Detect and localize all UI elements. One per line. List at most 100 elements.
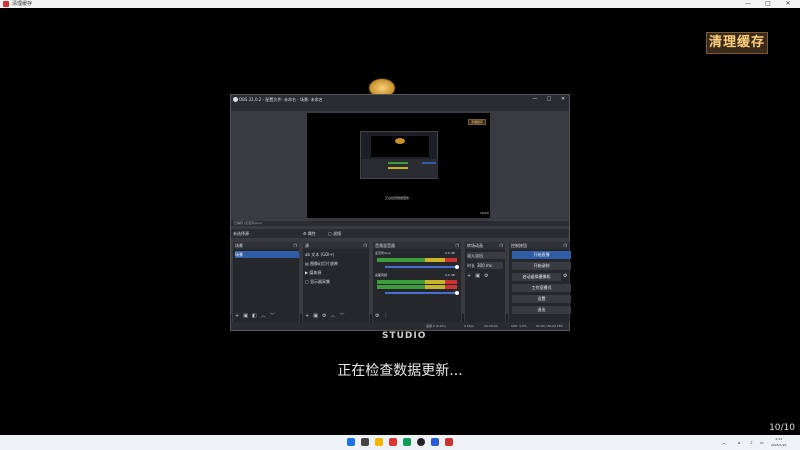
more-icon[interactable]: ⋮	[383, 313, 388, 319]
volume-knob[interactable]	[455, 291, 459, 295]
volume-meter	[377, 258, 457, 262]
start-virtual-camera-button[interactable]: 启动虚拟摄像机	[512, 273, 561, 281]
nested-status-message: 正在检查数据更新...	[385, 196, 412, 200]
scene-item[interactable]: 场景	[235, 251, 299, 258]
volume-slider[interactable]	[385, 292, 457, 294]
app-taskbar-icon[interactable]	[445, 438, 453, 446]
remove-icon[interactable]: ▣	[475, 273, 480, 279]
up-icon[interactable]: ︿	[261, 313, 266, 319]
track-level: 0.0 dB	[445, 251, 455, 255]
track-name: 桌面音频	[375, 273, 388, 277]
exit-button[interactable]: 退出	[512, 306, 571, 314]
dock-float-icon[interactable]: ❐	[363, 242, 367, 249]
edge-icon[interactable]	[403, 438, 411, 446]
minimize-button[interactable]: —	[740, 0, 756, 8]
studio-mode-button[interactable]: 工作室模式	[512, 284, 571, 292]
obs-status-bar: 丢帧 0 (0.0%) 0 kbps 00:00:00 CPU: 1.0% 60…	[231, 322, 569, 330]
dropped-frames: 丢帧 0 (0.0%)	[426, 324, 446, 328]
gear-icon[interactable]: ⚙	[375, 313, 379, 319]
settings-button[interactable]: 设置	[512, 295, 571, 303]
battery-icon[interactable]: ▭	[760, 435, 764, 450]
transitions-dock: 转场动画 ❐ 淡入淡出 时长 300 ms + ▣ ⚙	[464, 241, 506, 323]
clock[interactable]: 2:13 2025/1/20	[771, 436, 786, 448]
nested-meter	[388, 162, 408, 164]
status-message: 正在检查数据更新...	[337, 363, 463, 379]
transition-select[interactable]: 淡入淡出	[467, 252, 505, 259]
volume-knob[interactable]	[455, 265, 459, 269]
source-toolbar: 未选择源 ⚙ 属性 ▢ 滤镜	[231, 229, 569, 238]
properties-button[interactable]: ⚙ 属性	[301, 230, 318, 237]
add-icon[interactable]: +	[235, 313, 239, 319]
obs-close-button[interactable]: ✕	[557, 95, 569, 104]
bitrate: 0 kbps	[464, 324, 474, 328]
scenes-toolbar: + ▣ ◧ ︿ ﹀	[235, 312, 279, 320]
controls-dock: 控制按钮 ❐ 开始直播 开始录制 启动虚拟摄像机 ⚙ 工作室模式 设置 退出	[508, 241, 571, 323]
down-icon[interactable]: ﹀	[270, 313, 275, 319]
nested-obs-window	[360, 131, 438, 179]
app-icon	[3, 1, 9, 7]
track-level: 0.0 dB	[445, 273, 455, 277]
file-explorer-icon[interactable]	[375, 438, 383, 446]
start-recording-button[interactable]: 开始录制	[512, 262, 571, 270]
steam-icon[interactable]	[431, 438, 439, 446]
volume-meter	[377, 285, 457, 289]
wps-icon[interactable]	[389, 438, 397, 446]
cpu-usage: CPU: 1.0%	[511, 324, 527, 328]
no-source-label: 未选择源	[233, 231, 249, 236]
source-item[interactable]: ▶ 媒体源	[305, 269, 369, 276]
dock-float-icon[interactable]: ❐	[499, 242, 503, 249]
studio-logo-text: STUDIO	[382, 331, 427, 341]
scenes-dock: 场景 ❐ 场景 + ▣ ◧ ︿ ﹀	[232, 241, 300, 323]
cleanup-cache-button[interactable]: 清理缓存	[706, 32, 768, 54]
source-item[interactable]: ab 文本 (GDI+)	[305, 251, 369, 258]
fps: 60.00 / 60.00 FPS	[536, 324, 563, 328]
search-icon[interactable]	[361, 438, 369, 446]
nested-start-button	[422, 162, 436, 164]
audio-mixer-dock: 音频混音器 ❐ 麦克风/Aux 0.0 dB 桌面音频 0.0 dB ⚙ ⋮	[372, 241, 462, 323]
gear-icon[interactable]: ⚙	[563, 273, 567, 280]
dock-float-icon[interactable]: ❐	[455, 242, 459, 249]
maximize-button[interactable]: □	[760, 0, 776, 8]
down-icon[interactable]: ﹀	[339, 313, 344, 319]
source-item[interactable]: ▤ 图像幻灯片放映	[305, 260, 369, 267]
up-icon[interactable]: ︿	[330, 313, 335, 319]
duration-label: 时长	[467, 263, 475, 268]
obs-window: OBS 31.0.2 - 配置文件: 未命名 - 场景: 未命名 — □ ✕ 文…	[230, 94, 571, 331]
start-icon[interactable]	[347, 438, 355, 446]
mixer-toolbar: ⚙ ⋮	[375, 312, 392, 320]
add-icon[interactable]: +	[305, 313, 309, 319]
start-streaming-button[interactable]: 开始直播	[512, 251, 571, 259]
add-icon[interactable]: +	[467, 273, 471, 279]
obs-taskbar-icon[interactable]	[417, 438, 425, 446]
taskbar: ︿ ⌂ ♪ ▭ 2:13 2025/1/20	[0, 435, 800, 450]
nested-logo	[395, 138, 405, 144]
network-icon[interactable]: ⌂	[738, 435, 741, 450]
filter-icon[interactable]: ◧	[252, 313, 257, 319]
dock-float-icon[interactable]: ❐	[563, 242, 567, 249]
transitions-header: 转场动画 ❐	[465, 242, 505, 249]
close-button[interactable]: ✕	[780, 0, 796, 8]
volume-meter	[377, 280, 457, 284]
obs-icon	[233, 97, 238, 102]
nested-panels	[362, 159, 438, 178]
obs-minimize-button[interactable]: —	[529, 95, 541, 104]
desktop: 清理缓存 — □ ✕ 清理缓存 OBS 31.0.2 - 配置文件: 未命名 -…	[0, 0, 800, 450]
gear-icon[interactable]: ⚙	[484, 273, 488, 279]
tray-chevron-icon[interactable]: ︿	[722, 435, 726, 450]
obs-maximize-button[interactable]: □	[543, 95, 555, 104]
filters-button[interactable]: ▢ 滤镜	[326, 230, 343, 237]
clock-date: 2025/1/20	[771, 443, 787, 447]
preview-canvas[interactable]: 正在检查数据更新... 清理缓存 10/10	[307, 113, 490, 218]
source-item[interactable]: ▢ 显示器采集	[305, 278, 369, 285]
duration-input[interactable]: 300 ms	[477, 262, 503, 269]
volume-icon[interactable]: ♪	[750, 435, 753, 450]
remove-icon[interactable]: ▣	[243, 313, 248, 319]
volume-slider[interactable]	[385, 266, 457, 268]
nested-page-counter: 10/10	[480, 211, 489, 215]
sources-toolbar: + ▣ ⚙ ︿ ﹀	[305, 312, 348, 320]
remove-icon[interactable]: ▣	[313, 313, 318, 319]
nested-meter	[388, 167, 408, 169]
dock-float-icon[interactable]: ❐	[293, 242, 297, 249]
page-counter: 10/10	[769, 423, 795, 433]
gear-icon[interactable]: ⚙	[322, 313, 326, 319]
